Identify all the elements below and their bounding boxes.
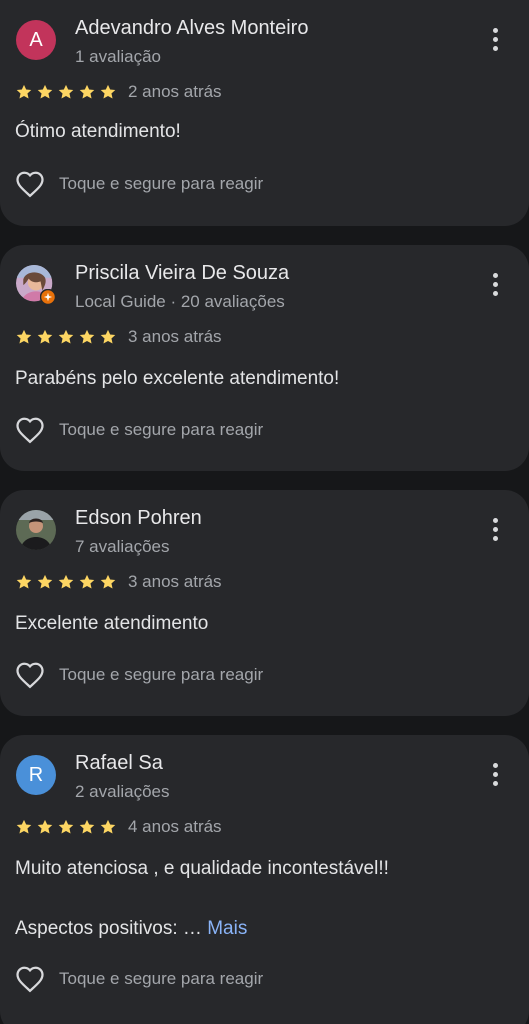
review-card: R Rafael Sa 2 avaliações 4 anos atrás Mu…	[0, 735, 529, 1024]
star-icon	[100, 329, 116, 344]
review-text: Parabéns pelo excelente atendimento!	[15, 368, 340, 389]
local-guide-badge-icon	[40, 289, 56, 305]
rating-row: 3 anos atrás	[15, 327, 222, 347]
review-time: 3 anos atrás	[128, 572, 222, 591]
star-icon	[16, 329, 32, 344]
star-icon	[79, 329, 95, 344]
review-text: Muito atenciosa , e qualidade incontestá…	[15, 858, 389, 879]
avatar[interactable]: A	[16, 20, 56, 60]
star-icon	[58, 574, 74, 589]
star-icon	[37, 84, 53, 99]
review-text: Excelente atendimento	[15, 613, 209, 634]
star-icon	[100, 84, 116, 99]
star-icon	[37, 819, 53, 834]
star-icon	[58, 84, 74, 99]
more-options-icon[interactable]	[484, 269, 506, 299]
avatar[interactable]: R	[16, 755, 56, 795]
review-text-secondary: Aspectos positivos: … Mais	[15, 918, 247, 940]
review-card: Priscila Vieira De Souza Local Guide · 2…	[0, 245, 529, 471]
star-icon	[100, 574, 116, 589]
heart-icon	[16, 417, 44, 444]
heart-icon	[16, 662, 44, 689]
more-link[interactable]: Mais	[207, 918, 247, 939]
react-label: Toque e segure para reagir	[59, 969, 264, 988]
profile-photo-icon	[16, 510, 56, 550]
review-time: 4 anos atrás	[128, 817, 222, 836]
star-icon	[16, 84, 32, 99]
star-icon	[37, 574, 53, 589]
review-text: Ótimo atendimento!	[15, 121, 181, 142]
star-icon	[16, 819, 32, 834]
review-time: 3 anos atrás	[128, 327, 222, 346]
star-icon	[79, 819, 95, 834]
star-rating	[15, 818, 117, 836]
star-icon	[16, 574, 32, 589]
more-options-icon[interactable]	[484, 514, 506, 544]
more-options-icon[interactable]	[484, 759, 506, 789]
more-options-icon[interactable]	[484, 24, 506, 54]
star-icon	[100, 819, 116, 834]
review-time: 2 anos atrás	[128, 82, 222, 101]
react-button[interactable]: Toque e segure para reagir	[15, 416, 263, 444]
reviewer-name[interactable]: Priscila Vieira De Souza	[75, 262, 289, 285]
react-label: Toque e segure para reagir	[59, 665, 264, 684]
reviewer-name[interactable]: Edson Pohren	[75, 507, 202, 530]
star-icon	[79, 574, 95, 589]
review-card: Edson Pohren 7 avaliações 3 anos atrás E…	[0, 490, 529, 716]
reviewer-meta: Local Guide · 20 avaliações	[75, 292, 285, 311]
heart-icon	[16, 966, 44, 993]
heart-icon	[16, 171, 44, 198]
react-button[interactable]: Toque e segure para reagir	[15, 965, 263, 993]
avatar[interactable]	[16, 510, 56, 550]
star-rating	[15, 83, 117, 101]
react-label: Toque e segure para reagir	[59, 174, 264, 193]
review-text-truncated: Aspectos positivos: …	[15, 918, 202, 939]
star-rating	[15, 573, 117, 591]
react-button[interactable]: Toque e segure para reagir	[15, 170, 263, 198]
reviewer-name[interactable]: Rafael Sa	[75, 752, 163, 775]
star-icon	[58, 329, 74, 344]
react-button[interactable]: Toque e segure para reagir	[15, 661, 263, 689]
reviews-feed: A Adevandro Alves Monteiro 1 avaliação 2…	[0, 0, 529, 1024]
review-card: A Adevandro Alves Monteiro 1 avaliação 2…	[0, 0, 529, 226]
star-rating	[15, 328, 117, 346]
rating-row: 2 anos atrás	[15, 82, 222, 102]
star-icon	[79, 84, 95, 99]
star-icon	[37, 329, 53, 344]
star-icon	[58, 819, 74, 834]
reviewer-meta: 7 avaliações	[75, 537, 170, 556]
reviewer-name[interactable]: Adevandro Alves Monteiro	[75, 17, 308, 40]
avatar[interactable]	[16, 265, 56, 305]
reviewer-meta: 2 avaliações	[75, 782, 170, 801]
rating-row: 3 anos atrás	[15, 572, 222, 592]
reviewer-meta: 1 avaliação	[75, 47, 162, 66]
react-label: Toque e segure para reagir	[59, 420, 264, 439]
rating-row: 4 anos atrás	[15, 817, 222, 837]
